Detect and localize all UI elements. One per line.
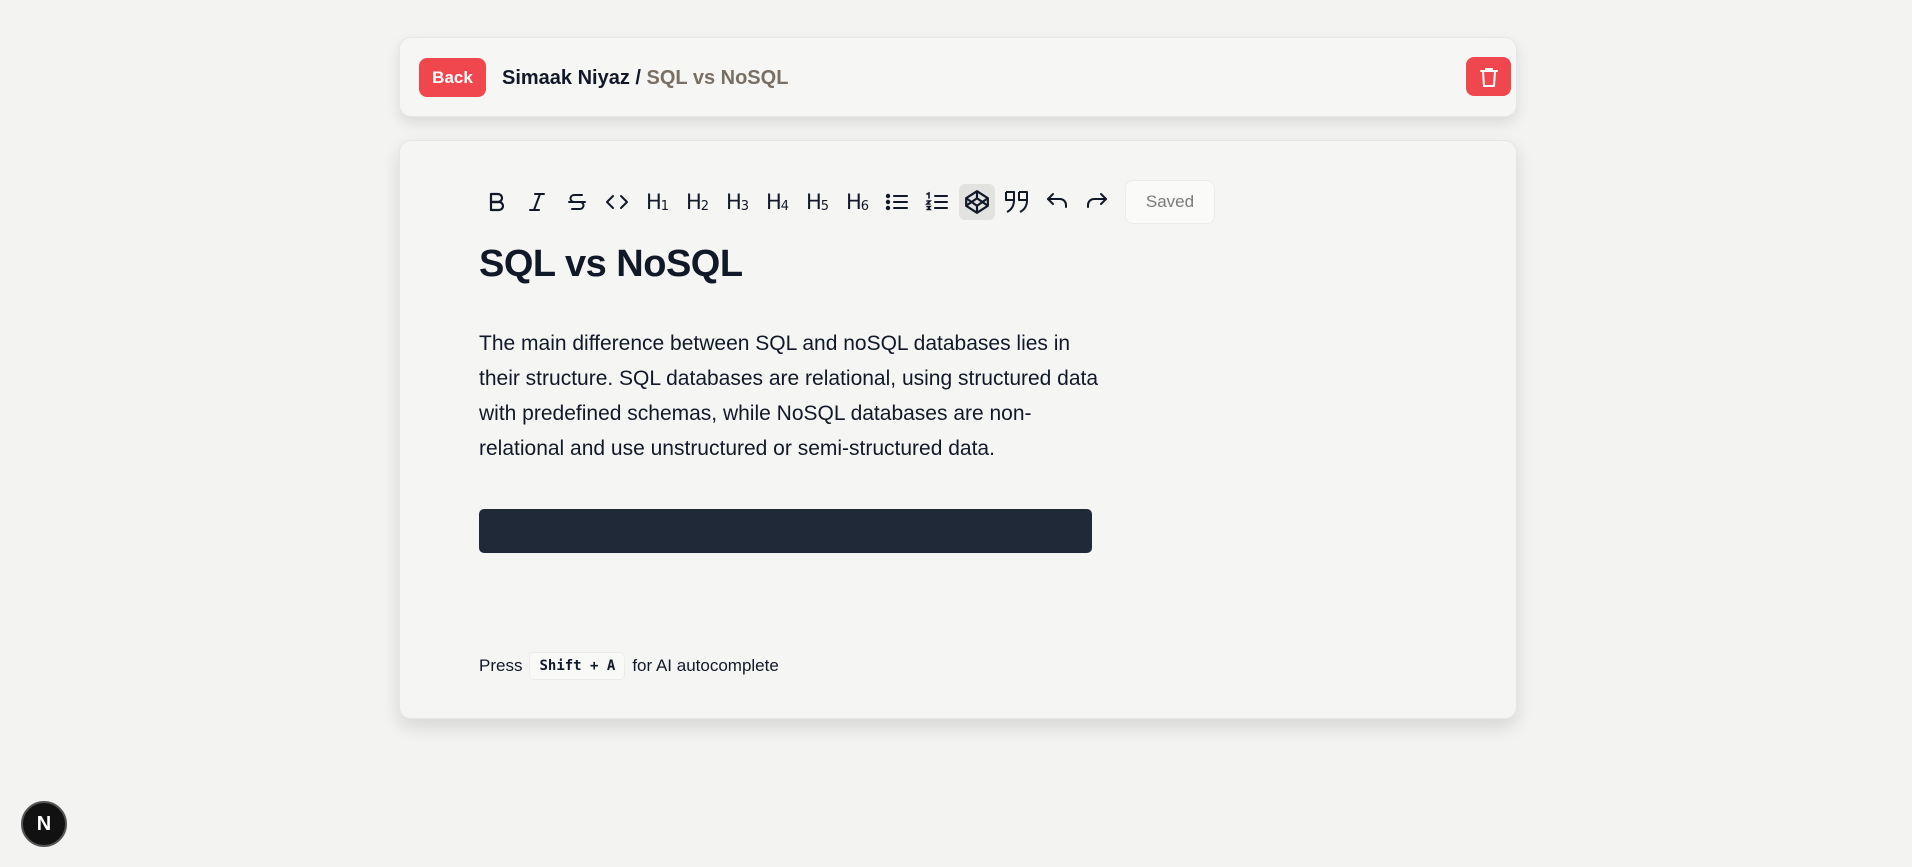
trash-icon	[1479, 67, 1498, 87]
document-body[interactable]: The main difference between SQL and noSQ…	[479, 326, 1099, 466]
heading-6-label: H	[845, 190, 862, 214]
code-button[interactable]	[599, 184, 635, 220]
heading-6-button[interactable]: H6	[839, 184, 875, 220]
bold-button[interactable]	[479, 184, 515, 220]
heading-5-level: 5	[820, 199, 829, 214]
header-bar: Back Simaak Niyaz / SQL vs NoSQL	[399, 37, 1517, 117]
heading-2-level: 2	[700, 199, 709, 214]
heading-4-button[interactable]: H4	[759, 184, 795, 220]
hint-prefix: Press	[479, 656, 523, 675]
code-block[interactable]	[479, 509, 1092, 553]
heading-3-label: H	[725, 190, 742, 214]
heading-3-button[interactable]: H3	[719, 184, 755, 220]
code-icon	[606, 195, 628, 209]
bullet-list-button[interactable]	[879, 184, 915, 220]
code-block-button[interactable]	[959, 184, 995, 220]
heading-3-level: 3	[740, 199, 749, 214]
autocomplete-hint: Press Shift + A for AI autocomplete	[479, 652, 779, 680]
ordered-list-button[interactable]	[919, 184, 955, 220]
italic-icon	[529, 193, 545, 211]
undo-icon	[1047, 193, 1067, 208]
heading-4-level: 4	[780, 199, 789, 214]
next-dev-badge[interactable]: N	[21, 801, 67, 847]
heading-1-level: 1	[660, 199, 669, 214]
quote-icon	[1005, 191, 1028, 213]
codepen-icon	[965, 190, 989, 214]
hint-suffix: for AI autocomplete	[632, 656, 779, 675]
save-status-badge: Saved	[1125, 180, 1215, 224]
breadcrumb-document: SQL vs NoSQL	[646, 67, 789, 89]
heading-1-label: H	[645, 190, 662, 214]
heading-1-button[interactable]: H1	[639, 184, 675, 220]
breadcrumb-user[interactable]: Simaak Niyaz	[502, 67, 630, 89]
ordered-list-icon	[925, 191, 948, 211]
strikethrough-icon	[568, 194, 586, 210]
quote-button[interactable]	[999, 184, 1035, 220]
strikethrough-button[interactable]	[559, 184, 595, 220]
redo-icon	[1087, 193, 1107, 208]
italic-button[interactable]	[519, 184, 555, 220]
document-title[interactable]: SQL vs NoSQL	[479, 243, 743, 286]
heading-2-button[interactable]: H2	[679, 184, 715, 220]
breadcrumb: Simaak Niyaz / SQL vs NoSQL	[502, 66, 788, 90]
undo-button[interactable]	[1039, 184, 1075, 220]
heading-5-label: H	[805, 190, 822, 214]
redo-button[interactable]	[1079, 184, 1115, 220]
editor-card: H1 H2 H3 H4 H5 H6 Saved SQL vs NoSQL The…	[399, 140, 1517, 719]
bold-icon	[489, 192, 505, 212]
heading-4-label: H	[765, 190, 782, 214]
delete-button[interactable]	[1466, 57, 1511, 96]
page: Back Simaak Niyaz / SQL vs NoSQL H1 H2 H…	[0, 0, 1912, 867]
shortcut-key: Shift + A	[529, 652, 626, 680]
editor-toolbar: H1 H2 H3 H4 H5 H6 Saved	[479, 180, 1215, 224]
heading-6-level: 6	[860, 199, 869, 214]
back-button[interactable]: Back	[419, 58, 486, 97]
heading-5-button[interactable]: H5	[799, 184, 835, 220]
breadcrumb-separator: /	[629, 67, 647, 89]
heading-2-label: H	[685, 190, 702, 214]
bullet-list-icon	[885, 193, 908, 211]
